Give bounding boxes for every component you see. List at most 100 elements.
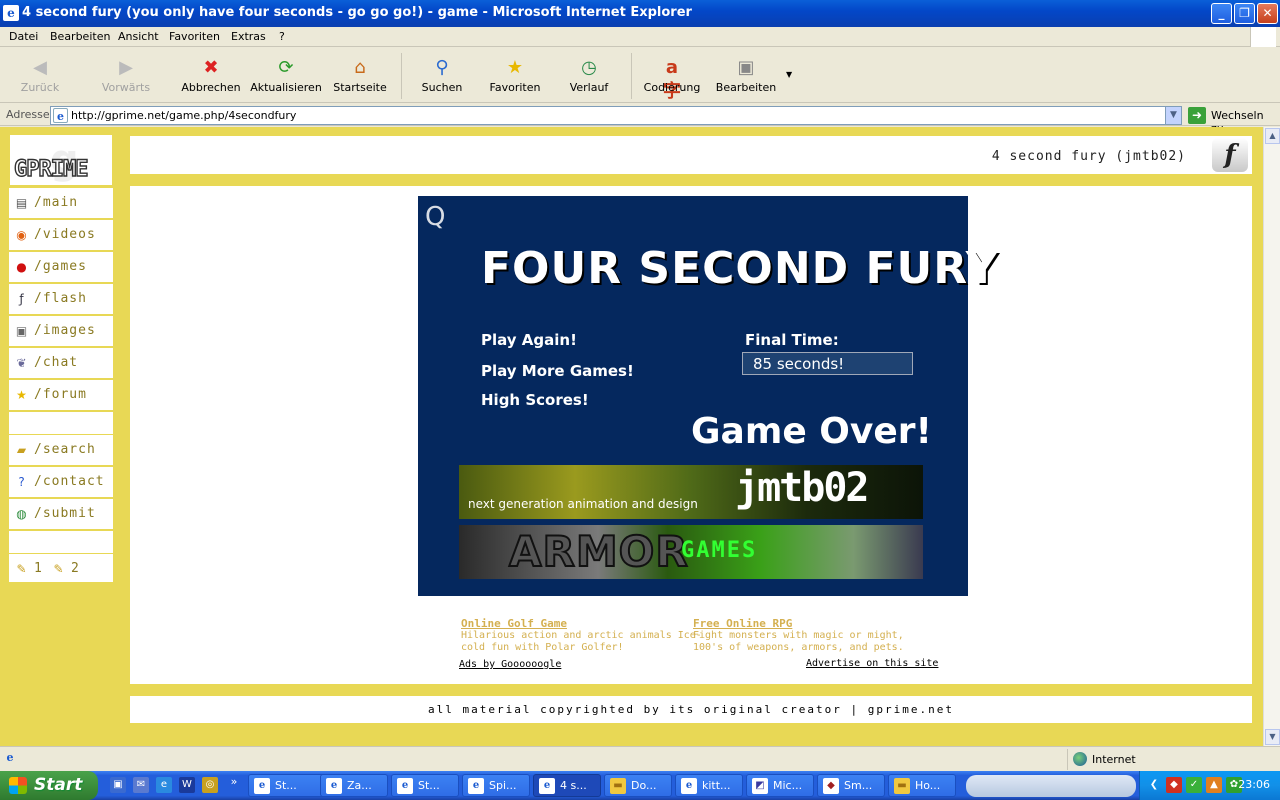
taskbar: Start ▣ ✉ e W ◎ » e St... e Za... e St... e… <box>0 771 1280 800</box>
page-arrow-icon: ✎ <box>16 562 27 576</box>
minimize-button[interactable]: _ <box>1211 3 1232 24</box>
media-icon: ◉ <box>16 228 27 242</box>
menu-ansicht[interactable]: Ansicht <box>118 30 159 43</box>
tray-app-icon[interactable]: ◆ <box>1166 777 1182 793</box>
history-button[interactable]: ◷ Verlauf <box>553 52 625 100</box>
armor-games-banner[interactable]: ARMOR GAMES <box>459 525 923 579</box>
quicklaunch-email-icon[interactable]: ✉ <box>133 777 149 793</box>
encoding-icon: a字 <box>663 57 681 102</box>
maximize-button[interactable]: ❐ <box>1234 3 1255 24</box>
ie-icon: e <box>326 778 342 794</box>
site-logo[interactable]: g GPRIME <box>9 134 113 186</box>
nav-spacer <box>9 531 113 553</box>
taskbar-button[interactable]: e kitt... <box>675 774 743 797</box>
taskbar-button-active[interactable]: e4 s... <box>533 774 601 797</box>
advertise-link[interactable]: Advertise on this site <box>806 658 938 669</box>
chevron-down-icon[interactable]: ▼ <box>786 70 792 79</box>
nav-item-videos[interactable]: ◉ /videos <box>9 220 113 250</box>
nav-item-images[interactable]: ▣ /images <box>9 316 113 346</box>
quicklaunch-app-icon[interactable]: ◎ <box>202 777 218 793</box>
forward-button[interactable]: ▶ Vorwärts <box>90 52 162 100</box>
star-icon: ★ <box>16 388 27 402</box>
play-again-button[interactable]: Play Again! <box>481 331 577 349</box>
quicklaunch-ie-icon[interactable]: e <box>156 777 172 793</box>
tray-app-icon[interactable]: ✓ <box>1186 777 1202 793</box>
ads-by-link[interactable]: Ads by Goooooogle <box>459 659 561 670</box>
search-button[interactable]: ⚲ Suchen <box>406 52 478 100</box>
tray-arrow-icon[interactable]: ❮ <box>1146 777 1162 793</box>
nav-item-games[interactable]: ● /games <box>9 252 113 282</box>
ie-icon: e <box>254 778 270 794</box>
history-icon: ◷ <box>581 57 597 78</box>
scroll-up-button[interactable]: ▲ <box>1265 128 1280 144</box>
start-button[interactable]: Start <box>0 771 98 800</box>
nav-item-search[interactable]: ▰ /search <box>9 435 113 465</box>
star-icon: ★ <box>506 57 524 78</box>
back-button[interactable]: ◀ Zurück <box>4 52 76 100</box>
copyright-text: all material copyrighted by its original… <box>428 703 954 716</box>
edit-button[interactable]: ▣ Bearbeiten <box>710 52 782 100</box>
address-url[interactable]: http://gprime.net/game.php/4secondfury <box>71 109 296 122</box>
ad-link-rpg[interactable]: Free Online RPG <box>693 617 792 630</box>
jmtb02-banner[interactable]: next generation animation and design jmt… <box>459 465 923 519</box>
quicklaunch-more-icon[interactable]: » <box>228 774 240 790</box>
page-arrow-icon: ✎ <box>53 562 64 576</box>
menu-extras[interactable]: Extras <box>231 30 266 43</box>
stop-button[interactable]: ✖ Abbrechen <box>175 52 247 100</box>
address-label: Adresse <box>6 108 50 121</box>
chat-icon: ❦ <box>16 356 27 370</box>
stop-icon: ✖ <box>203 57 219 78</box>
title-bar: e 4 second fury (you only have four seco… <box>0 0 1280 27</box>
address-input[interactable]: e http://gprime.net/game.php/4secondfury… <box>50 106 1182 125</box>
header: 4 second fury (jmtb02) f <box>130 136 1252 174</box>
taskbar-button[interactable]: ◆ Sm... <box>817 774 885 797</box>
scroll-down-button[interactable]: ▼ <box>1265 729 1280 745</box>
nav-item-submit[interactable]: ◍ /submit <box>9 499 113 529</box>
quality-toggle[interactable]: Q <box>425 202 445 232</box>
menu-datei[interactable]: Datei <box>9 30 38 43</box>
menu-bearbeiten[interactable]: Bearbeiten <box>50 30 110 43</box>
taskbar-button[interactable]: e St... <box>391 774 459 797</box>
media-player-toolbar[interactable] <box>966 775 1136 797</box>
windows-logo <box>1250 27 1276 47</box>
vertical-scrollbar[interactable]: ▲ ▼ <box>1263 127 1280 746</box>
encoding-button[interactable]: a字 Codierung <box>636 52 708 102</box>
clock[interactable]: 23:06 <box>1238 778 1270 791</box>
refresh-button[interactable]: ⟳ Aktualisieren <box>250 52 322 100</box>
ad-link-golf[interactable]: Online Golf Game <box>461 617 567 630</box>
menu-help[interactable]: ? <box>279 30 285 43</box>
flash-game[interactable]: Q FOUR SECOND FURY Play Again! Play More… <box>418 196 998 596</box>
taskbar-button[interactable]: e Za... <box>320 774 388 797</box>
taskbar-button[interactable]: e Spi... <box>462 774 530 797</box>
nav-item-forum[interactable]: ★ /forum <box>9 380 113 410</box>
quicklaunch-explorer-icon[interactable]: ▣ <box>110 777 126 793</box>
taskbar-button[interactable]: ▬ Ho... <box>888 774 956 797</box>
high-scores-button[interactable]: High Scores! <box>481 391 589 409</box>
address-bar: Adresse e http://gprime.net/game.php/4se… <box>0 104 1280 135</box>
close-button[interactable]: ✕ <box>1257 3 1278 24</box>
page-link-1[interactable]: 1 <box>34 561 43 576</box>
menu-bar: Datei Bearbeiten Ansicht Favoriten Extra… <box>0 27 1280 47</box>
nav-item-main[interactable]: ▤ /main <box>9 188 113 218</box>
globe-icon <box>1073 752 1087 766</box>
flash-logo-icon: f <box>1212 138 1248 172</box>
page-link-2[interactable]: 2 <box>71 561 80 576</box>
go-button[interactable]: ➜ Wechseln zu <box>1188 106 1276 135</box>
favorites-button[interactable]: ★ Favoriten <box>479 52 551 100</box>
quicklaunch-word-icon[interactable]: W <box>179 777 195 793</box>
footer-frame: all material copyrighted by its original… <box>126 692 1256 727</box>
menu-favoriten[interactable]: Favoriten <box>169 30 220 43</box>
nav-item-chat[interactable]: ❦ /chat <box>9 348 113 378</box>
play-more-games-button[interactable]: Play More Games! <box>481 362 634 380</box>
chevron-down-icon[interactable]: ▼ <box>1165 107 1181 124</box>
taskbar-button[interactable]: ▬ Do... <box>604 774 672 797</box>
ie-icon: e <box>397 778 413 794</box>
back-arrow-icon: ◀ <box>33 57 47 78</box>
home-button[interactable]: ⌂ Startseite <box>324 52 396 100</box>
tray-app-icon[interactable]: ▲ <box>1206 777 1222 793</box>
taskbar-button[interactable]: ◩ Mic... <box>746 774 814 797</box>
nav-item-contact[interactable]: ? /contact <box>9 467 113 497</box>
help-icon: ? <box>18 475 25 489</box>
ie-icon: e <box>468 778 484 794</box>
nav-item-flash[interactable]: ƒ /flash <box>9 284 113 314</box>
